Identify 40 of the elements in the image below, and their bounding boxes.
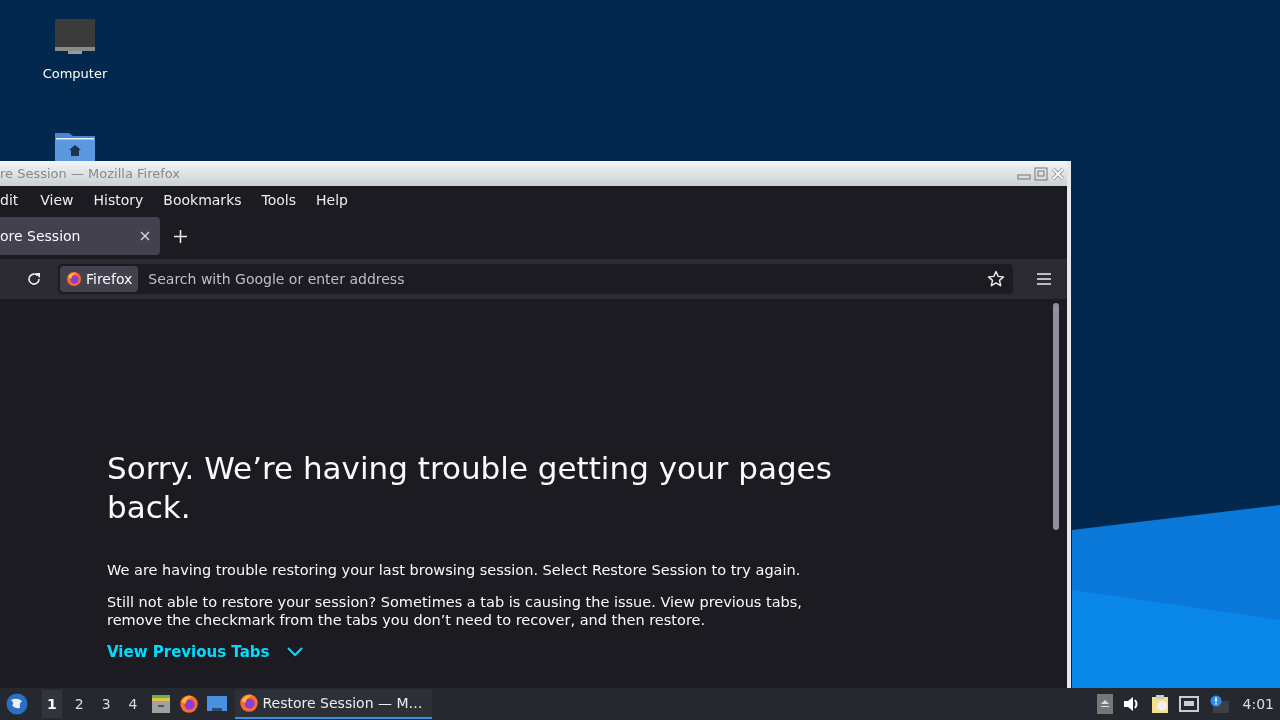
new-tab-icon[interactable]	[174, 229, 187, 243]
bookmark-star-icon[interactable]	[987, 270, 1005, 288]
menu-item[interactable]: View	[30, 191, 84, 208]
address-field[interactable]: Search with Google or enter address	[146, 270, 979, 288]
view-previous-tabs-link[interactable]: View Previous Tabs	[107, 643, 304, 661]
workspace-button[interactable]: 4	[123, 690, 143, 718]
network-icon[interactable]	[1178, 696, 1199, 712]
reload-icon[interactable]	[26, 271, 42, 287]
firefox-icon[interactable]	[178, 694, 199, 714]
home-folder-icon[interactable]	[54, 130, 96, 162]
workspace-button[interactable]: 2	[69, 690, 89, 718]
browser-tab[interactable]: ore Session	[0, 217, 160, 255]
menu-item[interactable]: Bookmarks	[153, 191, 252, 208]
scrollbar-thumb[interactable]	[1053, 303, 1059, 530]
workspace-button[interactable]: 3	[96, 690, 116, 718]
menu-item[interactable]: History	[83, 191, 154, 208]
page-heading: Sorry. We’re having trouble getting your pages back.	[107, 449, 833, 527]
workspace-button[interactable]: 1	[42, 690, 62, 718]
clipboard-icon[interactable]	[1150, 694, 1169, 714]
desktop-icon[interactable]	[206, 695, 227, 713]
eject-icon[interactable]	[1096, 694, 1113, 714]
menu-item[interactable]: dit	[0, 191, 31, 208]
body-paragraph: Still not able to restore your session? Sometimes a tab is causing the issue. View previous tabs, remove the checkmark from the tabs you don’t need to recover, and then restore.	[107, 593, 803, 629]
taskbar-window-button[interactable]: Restore Session — M…	[234, 689, 433, 719]
firefox-icon	[66, 271, 82, 287]
clock[interactable]: 4:01	[1242, 696, 1274, 712]
computer-icon[interactable]	[54, 18, 96, 56]
address-bar[interactable]: Firefox Search with Google or enter address	[58, 264, 1013, 294]
file-cabinet-icon[interactable]	[150, 694, 171, 714]
menu-item[interactable]: Help	[306, 191, 358, 208]
alert-icon[interactable]	[1208, 695, 1229, 713]
firefox-icon	[238, 693, 259, 713]
window-title: re Session — Mozilla Firefox	[0, 166, 180, 181]
menu-icon[interactable]	[1037, 273, 1051, 285]
menu-item[interactable]: Tools	[251, 191, 307, 208]
desktop-icon-label[interactable]: Computer	[42, 66, 108, 81]
body-paragraph: We are having trouble restoring your last browsing session. Select Restore Session to try again.	[107, 561, 802, 579]
identity-label[interactable]: Firefox	[60, 266, 139, 292]
maximize-icon[interactable]	[1034, 166, 1048, 181]
app-menu-icon[interactable]	[6, 693, 28, 715]
